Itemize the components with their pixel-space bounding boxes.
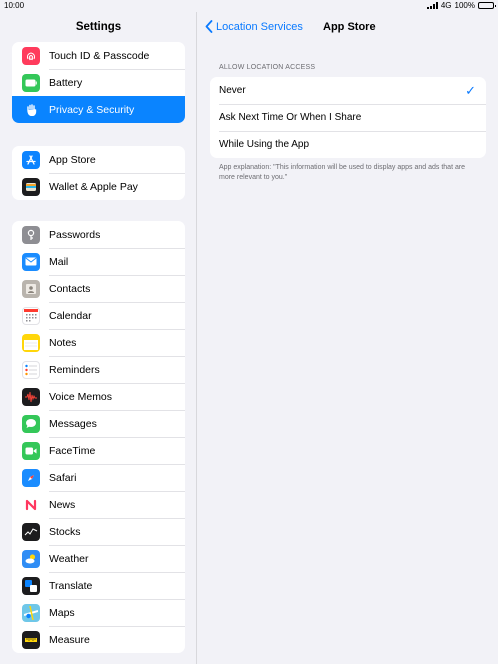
sidebar-item-voice-memos[interactable]: Voice Memos (12, 383, 185, 410)
sidebar-item-label: Privacy & Security (49, 103, 135, 116)
sidebar-item-touch-id[interactable]: Touch ID & Passcode (12, 42, 185, 69)
sidebar-item-mail[interactable]: Mail (12, 248, 185, 275)
calendar-icon (22, 306, 40, 325)
sidebar-title: Settings (75, 21, 122, 33)
battery-icon (478, 2, 496, 9)
status-time: 10:00 (4, 1, 25, 10)
sidebar-item-weather[interactable]: Weather (12, 545, 185, 572)
sidebar-item-calendar[interactable]: Calendar (12, 302, 185, 329)
checkmark-icon: ✓ (465, 82, 476, 98)
sidebar-item-maps[interactable]: Maps (12, 599, 185, 626)
sidebar-item-label: Touch ID & Passcode (49, 49, 150, 62)
battery-icon (22, 73, 40, 92)
sidebar-item-facetime[interactable]: FaceTime (12, 437, 185, 464)
sidebar-item-label: Maps (49, 606, 75, 619)
option-while-using[interactable]: While Using the App (210, 131, 486, 158)
option-label: Ask Next Time Or When I Share (219, 112, 362, 123)
settings-sidebar: Settings Touch ID & Passcode Battery Pri… (0, 12, 197, 664)
cellular-signal-icon (426, 2, 438, 9)
sidebar-item-label: App Store (49, 153, 96, 166)
sidebar-item-label: Translate (49, 579, 93, 592)
sidebar-group-store: App Store Wallet & Apple Pay (12, 146, 185, 200)
sidebar-item-label: Contacts (49, 282, 91, 295)
sidebar-item-label: Passwords (49, 228, 101, 241)
sidebar-item-passwords[interactable]: Passwords (12, 221, 185, 248)
option-label: Never (219, 85, 246, 96)
facetime-icon (22, 441, 40, 460)
page-title: App Store (323, 21, 376, 33)
sidebar-item-messages[interactable]: Messages (12, 410, 185, 437)
sidebar-item-notes[interactable]: Notes (12, 329, 185, 356)
news-icon (22, 495, 40, 514)
hand-icon (22, 100, 40, 119)
contacts-icon (22, 279, 40, 298)
measure-icon (22, 630, 40, 649)
sidebar-item-label: Voice Memos (49, 390, 113, 403)
key-icon (22, 225, 40, 244)
voice-memos-icon (22, 387, 40, 406)
sidebar-group-security: Touch ID & Passcode Battery Privacy & Se… (12, 42, 185, 123)
notes-icon (22, 333, 40, 352)
sidebar-item-label: Stocks (49, 525, 81, 538)
app-store-icon (22, 150, 40, 169)
fingerprint-icon (22, 46, 40, 65)
option-ask-next-time[interactable]: Ask Next Time Or When I Share (210, 104, 486, 131)
messages-icon (22, 414, 40, 433)
app-explanation: App explanation: "This information will … (219, 164, 466, 181)
maps-icon (22, 603, 40, 622)
sidebar-item-label: Calendar (49, 309, 92, 322)
reminders-icon (22, 360, 40, 379)
sidebar-item-app-store[interactable]: App Store (12, 146, 185, 173)
sidebar-group-apps: Passwords Mail Contacts Calendar Notes R… (12, 221, 185, 653)
status-bar: 10:00 4G 100% (0, 0, 498, 12)
sidebar-item-battery[interactable]: Battery (12, 69, 185, 96)
sidebar-item-label: Measure (49, 633, 90, 646)
sidebar-item-news[interactable]: News (12, 491, 185, 518)
sidebar-item-label: Safari (49, 471, 77, 484)
sidebar-item-measure[interactable]: Measure (12, 626, 185, 653)
sidebar-item-privacy-security[interactable]: Privacy & Security (12, 96, 185, 123)
network-type: 4G (440, 1, 452, 10)
sidebar-item-label: Messages (49, 417, 97, 430)
option-label: While Using the App (219, 139, 310, 150)
sidebar-item-label: FaceTime (49, 444, 96, 457)
sidebar-item-contacts[interactable]: Contacts (12, 275, 185, 302)
sidebar-item-label: Battery (49, 76, 83, 89)
stocks-icon (22, 522, 40, 541)
sidebar-item-label: Weather (49, 552, 89, 565)
sidebar-item-reminders[interactable]: Reminders (12, 356, 185, 383)
detail-pane: Location Services App Store ALLOW LOCATI… (198, 12, 498, 664)
option-never[interactable]: Never ✓ (210, 77, 486, 104)
status-indicators: 4G 100% (426, 1, 496, 10)
safari-icon (22, 468, 40, 487)
back-button[interactable]: Location Services (205, 20, 303, 33)
mail-icon (22, 252, 40, 271)
sidebar-item-label: Reminders (49, 363, 100, 376)
section-header: ALLOW LOCATION ACCESS (219, 64, 316, 71)
wallet-icon (22, 177, 40, 196)
sidebar-item-label: Notes (49, 336, 77, 349)
chevron-left-icon (205, 20, 213, 33)
back-button-label: Location Services (216, 20, 303, 33)
sidebar-item-label: Wallet & Apple Pay (49, 180, 138, 193)
sidebar-item-safari[interactable]: Safari (12, 464, 185, 491)
sidebar-item-wallet[interactable]: Wallet & Apple Pay (12, 173, 185, 200)
sidebar-item-label: News (49, 498, 76, 511)
location-access-options: Never ✓ Ask Next Time Or When I Share Wh… (210, 77, 486, 158)
battery-percentage: 100% (454, 1, 475, 10)
sidebar-item-stocks[interactable]: Stocks (12, 518, 185, 545)
translate-icon (22, 576, 40, 595)
sidebar-item-translate[interactable]: Translate (12, 572, 185, 599)
sidebar-item-label: Mail (49, 255, 69, 268)
weather-icon (22, 549, 40, 568)
